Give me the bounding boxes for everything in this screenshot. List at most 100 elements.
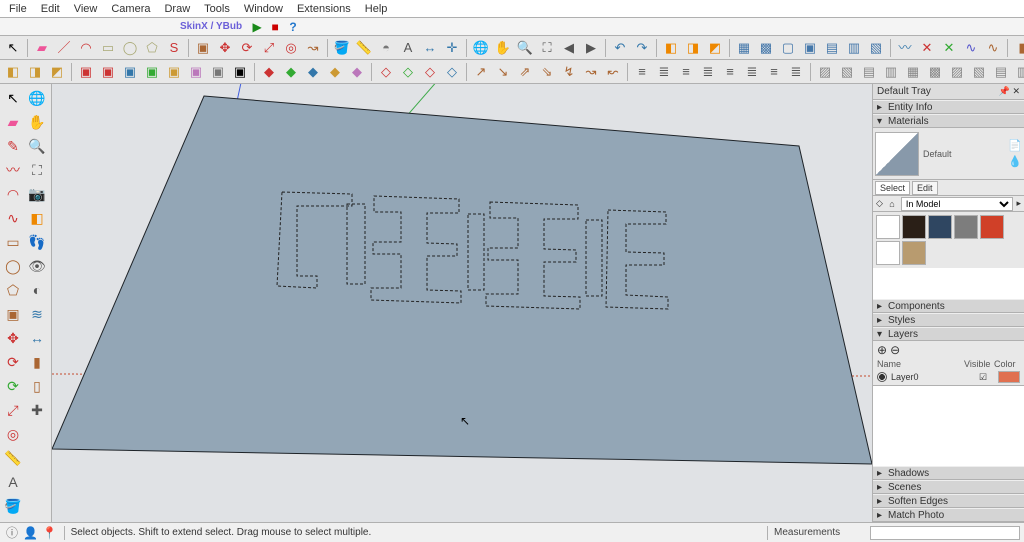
section-fill-icon[interactable]: ◨ <box>683 38 703 58</box>
poly-tool-icon[interactable]: ⬠ <box>2 279 24 301</box>
polygon-icon[interactable]: ⬠ <box>142 38 162 58</box>
line-draw-icon[interactable]: ／ <box>54 38 74 58</box>
walk-tool-icon[interactable]: 👣 <box>26 231 48 253</box>
menu-draw[interactable]: Draw <box>157 2 197 16</box>
menu-tools[interactable]: Tools <box>197 2 237 16</box>
hatch1-icon[interactable]: ▨ <box>815 62 835 82</box>
move-icon[interactable]: ✥ <box>215 38 235 58</box>
pan-tool-icon[interactable]: ✋ <box>26 111 48 133</box>
grp7-icon[interactable]: ◇ <box>398 62 418 82</box>
plug7-icon[interactable]: ▣ <box>208 62 228 82</box>
pushpull-icon[interactable]: ▣ <box>193 38 213 58</box>
fog-tool-icon[interactable]: ≋ <box>26 303 48 325</box>
viewport-3d[interactable]: ↖ <box>52 84 872 522</box>
align4-icon[interactable]: ≣ <box>698 62 718 82</box>
section-tool-icon[interactable]: ◧ <box>26 207 48 229</box>
rect-tool-icon[interactable]: ▭ <box>2 231 24 253</box>
grp8-icon[interactable]: ◇ <box>420 62 440 82</box>
profile-tool-icon[interactable]: ▮ <box>26 351 48 373</box>
red-swatch[interactable] <box>980 215 1004 239</box>
hatch8-icon[interactable]: ▧ <box>969 62 989 82</box>
plug5-icon[interactable]: ▣ <box>164 62 184 82</box>
menu-view[interactable]: View <box>67 2 105 16</box>
rotate-icon[interactable]: ⟳ <box>237 38 257 58</box>
path7-icon[interactable]: ↜ <box>603 62 623 82</box>
person-icon[interactable]: 👤 <box>23 525 39 541</box>
path2-icon[interactable]: ↘ <box>493 62 513 82</box>
plug1-icon[interactable]: ▣ <box>76 62 96 82</box>
box2-icon[interactable]: ◨ <box>25 62 45 82</box>
section-entity-info[interactable]: ▸ Entity Info <box>873 100 1024 114</box>
tex-icon[interactable]: ▥ <box>844 38 864 58</box>
camera-tool-icon[interactable]: 📷 <box>26 183 48 205</box>
misc-tool-icon[interactable]: ✚ <box>26 399 48 421</box>
gray-swatch[interactable] <box>954 215 978 239</box>
tab-select[interactable]: Select <box>875 181 910 195</box>
path3-icon[interactable]: ⇗ <box>515 62 535 82</box>
plug8-icon[interactable]: ▣ <box>230 62 250 82</box>
pencil-tool-icon[interactable]: ✎ <box>2 135 24 157</box>
align6-icon[interactable]: ≣ <box>742 62 762 82</box>
path4-icon[interactable]: ⇘ <box>537 62 557 82</box>
align2-icon[interactable]: ≣ <box>654 62 674 82</box>
tray-header[interactable]: Default Tray 📌 ✕ <box>873 84 1024 100</box>
measurements-input[interactable] <box>870 526 1020 540</box>
redo-icon[interactable]: ↷ <box>632 38 652 58</box>
protractor-icon[interactable]: ◓ <box>376 38 396 58</box>
menu-file[interactable]: File <box>2 2 34 16</box>
layer-visible-checkbox[interactable]: ☑ <box>968 372 998 383</box>
select-tool-icon[interactable]: ↖ <box>2 87 24 109</box>
rotate-tool-icon[interactable]: ⟳ <box>2 351 24 373</box>
scale-icon[interactable]: ⤢ <box>259 38 279 58</box>
section-components[interactable]: ▸ Components <box>873 299 1024 313</box>
hatch3-icon[interactable]: ▤ <box>859 62 879 82</box>
look-tool-icon[interactable]: 👁 <box>26 255 48 277</box>
eraser-tool-icon[interactable]: ▰ <box>2 111 24 133</box>
align5-icon[interactable]: ≡ <box>720 62 740 82</box>
wire-icon[interactable]: ▢ <box>778 38 798 58</box>
material-preview[interactable] <box>875 132 919 176</box>
hidden-icon[interactable]: ▣ <box>800 38 820 58</box>
path5-icon[interactable]: ↯ <box>559 62 579 82</box>
move-tool-icon[interactable]: ✥ <box>2 327 24 349</box>
weld-icon[interactable]: ∿ <box>961 38 981 58</box>
grp1-icon[interactable]: ◆ <box>259 62 279 82</box>
section-scenes[interactable]: ▸ Scenes <box>873 480 1024 494</box>
section-match-photo[interactable]: ▸ Match Photo <box>873 508 1024 522</box>
zoom-tool-icon[interactable]: 🔍 <box>26 135 48 157</box>
align8-icon[interactable]: ≣ <box>786 62 806 82</box>
hatch5-icon[interactable]: ▦ <box>903 62 923 82</box>
back-icon[interactable]: ◇ <box>876 198 883 209</box>
section-styles[interactable]: ▸ Styles <box>873 313 1024 327</box>
simplify-icon[interactable]: ∿ <box>983 38 1003 58</box>
align3-icon[interactable]: ≡ <box>676 62 696 82</box>
hatch2-icon[interactable]: ▧ <box>837 62 857 82</box>
hatch7-icon[interactable]: ▨ <box>947 62 967 82</box>
section-layers[interactable]: ▾ Layers <box>873 327 1024 341</box>
grp3-icon[interactable]: ◆ <box>303 62 323 82</box>
scale-tool-icon[interactable]: ⤢ <box>2 399 24 421</box>
tape-tool-icon[interactable]: 📏 <box>2 447 24 469</box>
layer-add-icon[interactable]: ⊕ <box>877 343 887 357</box>
shadow-tool-icon[interactable]: ◐ <box>26 279 48 301</box>
cut-red-icon[interactable]: ✕ <box>917 38 937 58</box>
zoom-icon[interactable]: 🔍 <box>515 38 535 58</box>
text-tool-icon[interactable]: A <box>2 471 24 493</box>
hatch10-icon[interactable]: ▥ <box>1013 62 1024 82</box>
white2-swatch[interactable] <box>876 241 900 265</box>
path1-icon[interactable]: ↗ <box>471 62 491 82</box>
menu-help[interactable]: Help <box>358 2 395 16</box>
curve-icon[interactable]: 〰 <box>895 38 915 58</box>
info-icon[interactable]: ⓘ <box>4 524 20 540</box>
dimension-icon[interactable]: ↔ <box>420 38 440 58</box>
shaded-icon[interactable]: ▤ <box>822 38 842 58</box>
plug6-icon[interactable]: ▣ <box>186 62 206 82</box>
stop-red-icon[interactable]: ■ <box>267 20 283 34</box>
text-icon[interactable]: A <box>398 38 418 58</box>
undo-icon[interactable]: ↶ <box>610 38 630 58</box>
blue-swatch[interactable] <box>928 215 952 239</box>
hatch4-icon[interactable]: ▥ <box>881 62 901 82</box>
tape-icon[interactable]: 📏 <box>354 38 374 58</box>
path6-icon[interactable]: ↝ <box>581 62 601 82</box>
hatch9-icon[interactable]: ▤ <box>991 62 1011 82</box>
